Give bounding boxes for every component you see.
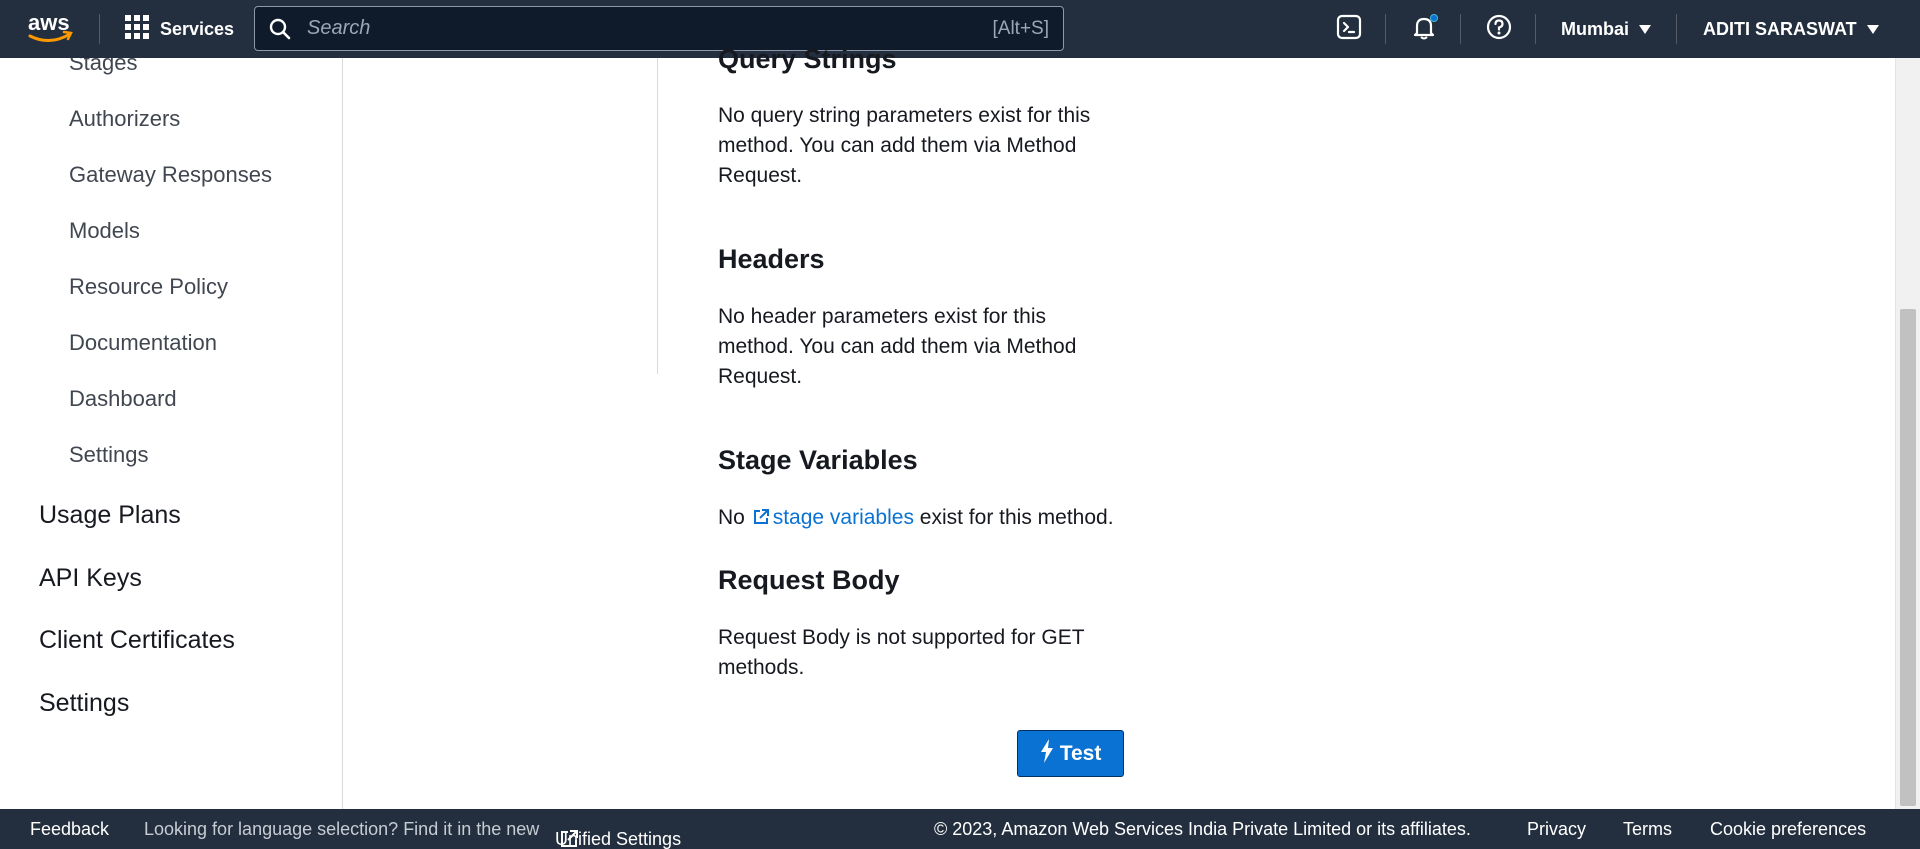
test-button-label: Test: [1059, 741, 1102, 765]
account-menu[interactable]: ADITI SARASWAT: [1703, 14, 1879, 44]
sidebar-item-stages[interactable]: Stages: [69, 58, 138, 76]
stage-variables-link-text: stage variables: [772, 506, 914, 529]
request-body-heading: Request Body: [718, 565, 900, 595]
nav-separator: [1535, 14, 1536, 44]
sidebar-item-gateway-responses[interactable]: Gateway Responses: [69, 162, 272, 188]
sidebar-item-authorizers[interactable]: Authorizers: [69, 106, 180, 132]
services-label: Services: [160, 18, 235, 39]
help-button[interactable]: [1484, 14, 1514, 44]
sidebar-navigation: Stages Authorizers Gateway Responses Mod…: [0, 58, 343, 809]
test-button[interactable]: Test: [1017, 730, 1124, 777]
sidebar-item-api-keys[interactable]: API Keys: [39, 564, 142, 593]
terminal-icon: [1336, 14, 1362, 45]
sidebar-item-dashboard[interactable]: Dashboard: [69, 386, 177, 412]
headers-heading: Headers: [718, 244, 825, 274]
top-navigation: aws Services [Alt+S]: [0, 0, 1920, 58]
nav-separator: [1676, 14, 1677, 44]
cookie-preferences-link[interactable]: Cookie preferences: [1710, 819, 1866, 840]
lightning-icon: [1040, 738, 1054, 769]
nav-separator: [1385, 14, 1386, 44]
privacy-link[interactable]: Privacy: [1527, 819, 1586, 840]
sidebar-item-client-certificates[interactable]: Client Certificates: [39, 626, 235, 655]
caret-down-icon: [1866, 24, 1879, 34]
search-shortcut-hint: [Alt+S]: [992, 18, 1050, 39]
sidebar-item-api-settings[interactable]: Settings: [69, 442, 149, 468]
external-link-icon: [751, 506, 771, 536]
region-label: Mumbai: [1561, 18, 1630, 39]
stage-variables-suffix: exist for this method.: [919, 506, 1114, 529]
query-strings-text: No query string parameters exist for thi…: [718, 104, 1091, 187]
sidebar-item-settings[interactable]: Settings: [39, 689, 129, 718]
nav-separator: [1460, 14, 1461, 44]
region-selector[interactable]: Mumbai: [1561, 14, 1652, 44]
notification-dot: [1430, 14, 1438, 22]
cloudshell-button[interactable]: [1334, 14, 1364, 44]
headers-text: No header parameters exist for this meth…: [718, 305, 1077, 388]
external-link-icon: [559, 829, 579, 849]
query-strings-heading: Query Strings: [718, 44, 897, 74]
request-body-text: Request Body is not supported for GET me…: [718, 626, 1085, 679]
aws-logo[interactable]: aws: [26, 10, 74, 46]
search-input[interactable]: [255, 7, 1063, 50]
caret-down-icon: [1639, 24, 1652, 34]
copyright-text: © 2023, Amazon Web Services India Privat…: [934, 819, 1471, 839]
search-bar[interactable]: [Alt+S]: [254, 6, 1064, 51]
stage-variables-link[interactable]: stage variables: [751, 506, 914, 529]
sidebar-item-models[interactable]: Models: [69, 218, 140, 244]
services-menu-button[interactable]: Services: [124, 14, 234, 44]
scrollbar-thumb[interactable]: [1900, 309, 1916, 806]
account-name: ADITI SARASWAT: [1703, 18, 1857, 39]
grid-icon: [124, 14, 150, 45]
stage-variables-text: No stage variables exist for this method…: [718, 503, 1238, 536]
language-prompt-text: Looking for language selection? Find it …: [144, 819, 540, 839]
nav-separator: [99, 14, 100, 44]
stage-variables-heading: Stage Variables: [718, 445, 918, 475]
feedback-link[interactable]: Feedback: [30, 819, 109, 840]
notifications-button[interactable]: [1409, 14, 1439, 44]
sidebar-item-usage-plans[interactable]: Usage Plans: [39, 501, 181, 530]
column-divider: [657, 58, 658, 374]
search-icon: [269, 18, 291, 45]
help-icon: [1486, 14, 1512, 45]
terms-link[interactable]: Terms: [1623, 819, 1672, 840]
sidebar-item-resource-policy[interactable]: Resource Policy: [69, 274, 228, 300]
sidebar-item-documentation[interactable]: Documentation: [69, 330, 217, 356]
console-footer: Feedback Looking for language selection?…: [0, 809, 1920, 849]
stage-variables-prefix: No: [718, 506, 745, 529]
page-scrollbar[interactable]: [1895, 58, 1920, 809]
